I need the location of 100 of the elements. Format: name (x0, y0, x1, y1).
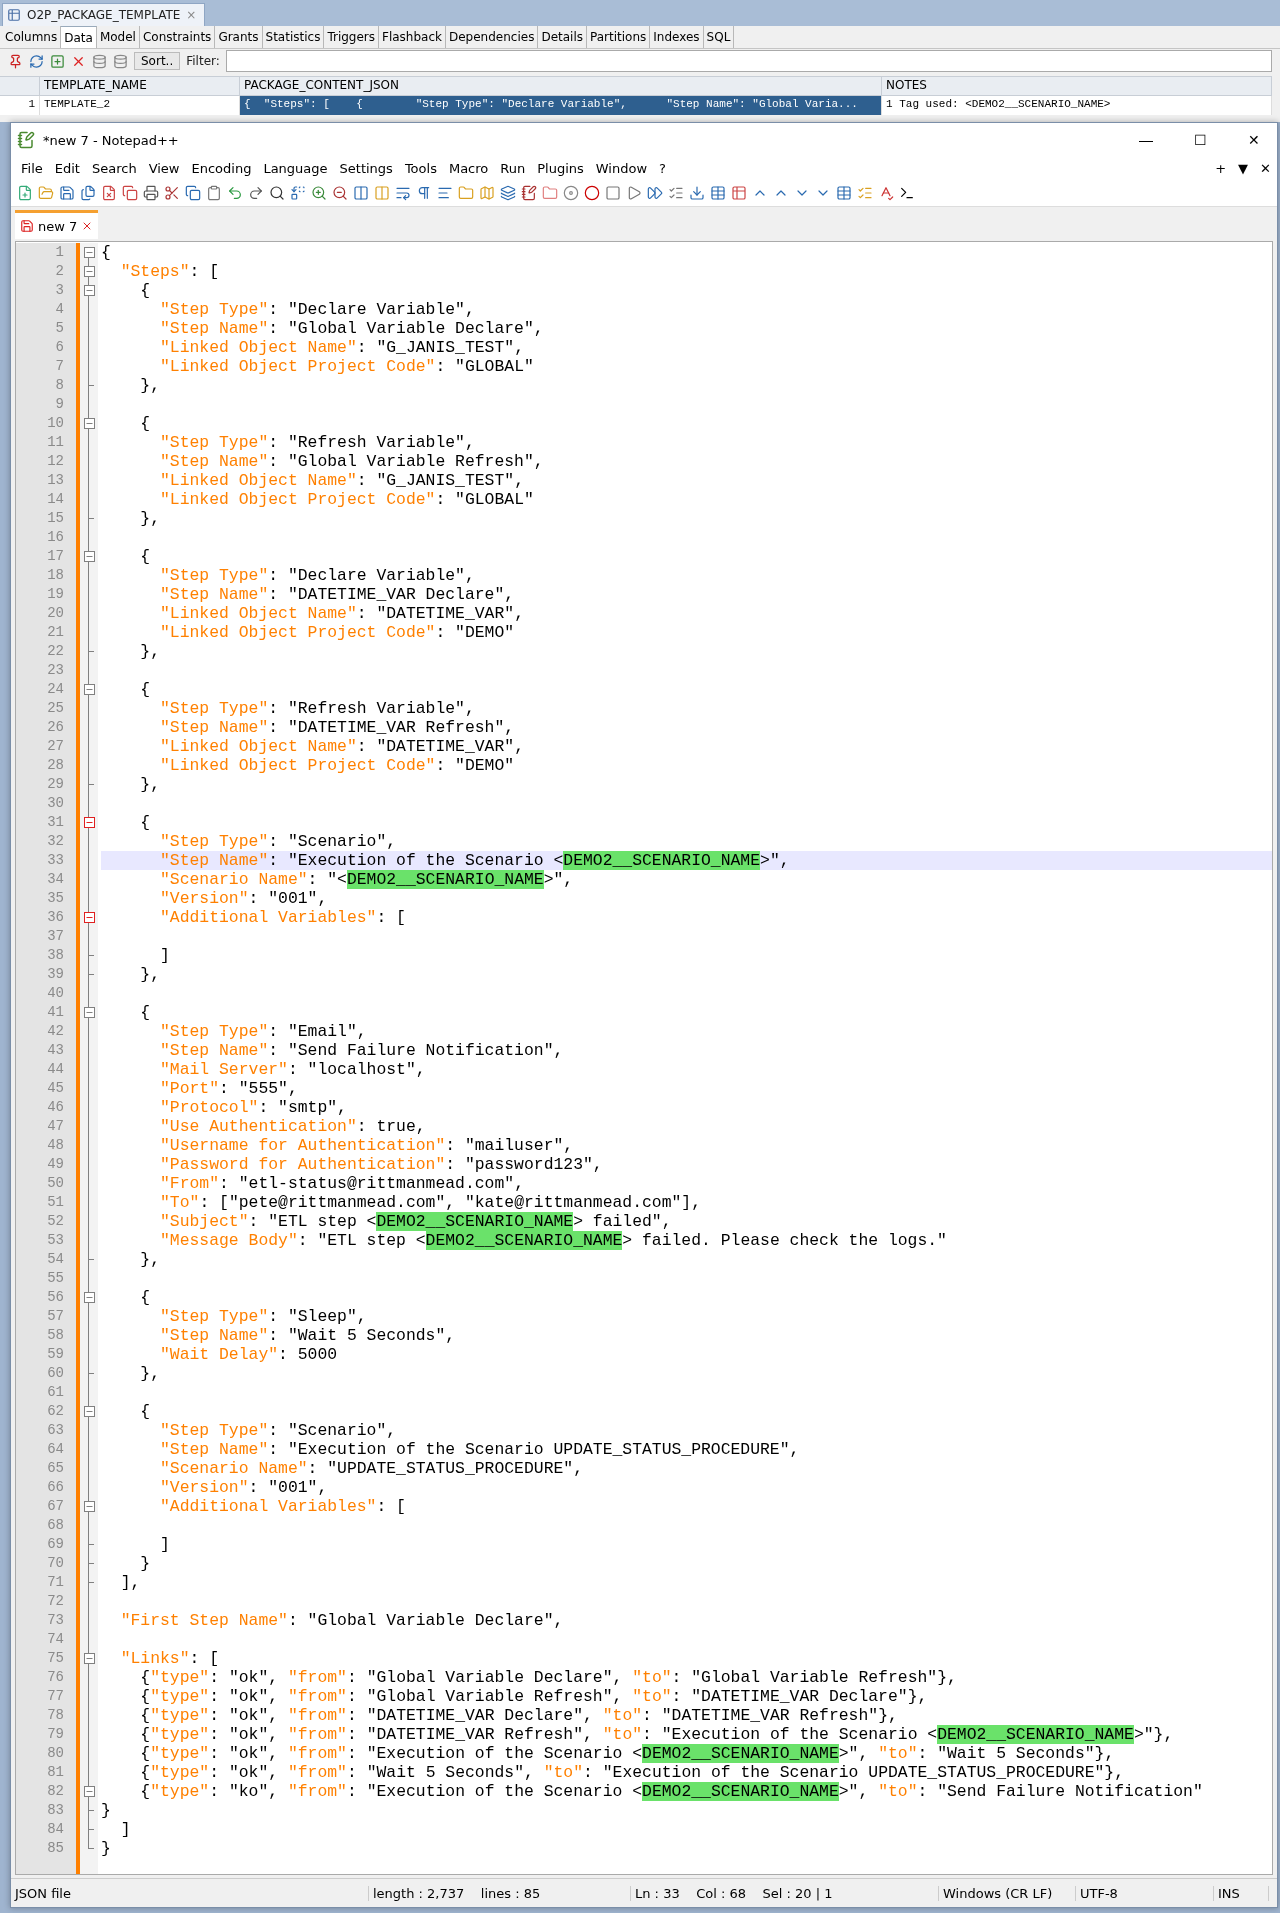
column-header[interactable]: NOTES (882, 76, 1272, 96)
tab[interactable]: SQL (703, 26, 735, 48)
scissors-icon[interactable] (164, 184, 180, 201)
menu-item[interactable]: Search (85, 160, 143, 176)
pilcrow-icon[interactable] (416, 184, 432, 201)
clipboard-icon[interactable] (206, 184, 222, 201)
tab[interactable]: Dependencies (446, 26, 539, 48)
code-line: "Username for Authentication": "mailuser", (159, 1136, 575, 1155)
layers-icon[interactable] (500, 184, 516, 201)
line-number: 56 (46, 1288, 65, 1307)
menu-item[interactable]: Macro (442, 160, 495, 176)
close-file-icon[interactable] (101, 184, 117, 201)
sort-button[interactable]: Sort.. (134, 52, 181, 70)
column-header[interactable]: TEMPLATE_NAME (40, 76, 240, 96)
tab[interactable]: Details (538, 26, 587, 48)
table-icon[interactable] (731, 184, 747, 201)
menu-item[interactable]: Edit (48, 160, 86, 176)
filter-field[interactable] (225, 50, 1272, 72)
folder-icon[interactable] (38, 184, 54, 201)
fast-forward-icon[interactable] (647, 184, 663, 201)
menu-item[interactable]: File (15, 160, 49, 176)
tab[interactable]: Grants (215, 26, 263, 48)
stop-icon[interactable] (605, 184, 621, 201)
tab[interactable]: Data (61, 26, 97, 48)
record-icon[interactable] (584, 184, 600, 201)
add-row-icon[interactable] (50, 53, 65, 69)
folder-icon[interactable] (542, 184, 558, 201)
menu-button[interactable]: ✕ (1254, 160, 1277, 176)
code-line: "Linked Object Name": "G_JANIS_TEST", (159, 471, 525, 490)
line-number: 21 (46, 623, 65, 642)
menu-item[interactable]: Encoding (185, 160, 258, 176)
fold-toggle-icon[interactable] (83, 1292, 95, 1303)
code-line: ] (119, 1820, 132, 1839)
new-file-icon[interactable] (17, 184, 33, 201)
database-icon[interactable] (92, 53, 107, 69)
fold-toggle-icon[interactable] (83, 247, 95, 258)
columns-icon[interactable] (353, 184, 369, 201)
tab[interactable]: Constraints (139, 26, 216, 48)
map-icon[interactable] (479, 184, 495, 201)
menu-item[interactable]: Run (494, 160, 532, 176)
database-icon[interactable] (113, 53, 128, 69)
table-cell[interactable]: { "Steps": [ { "Step Type": "Declare Variable", "Step Name": "Global Varia... (240, 96, 882, 115)
close-button[interactable]: ✕ (1231, 123, 1277, 157)
menu-item[interactable]: Tools (398, 160, 443, 176)
menu-button[interactable]: + (1209, 160, 1233, 176)
fold-toggle-icon[interactable] (83, 817, 95, 828)
menu-item[interactable]: Settings (333, 160, 399, 176)
fold-toggle-icon[interactable] (83, 1007, 95, 1018)
fold-toggle-icon[interactable] (83, 1786, 95, 1797)
object-tab[interactable]: O2P_PACKAGE_TEMPLATE × (2, 3, 206, 26)
fold-toggle-icon[interactable] (83, 285, 95, 296)
code-line: "Linked Object Project Code": "GLOBAL" (159, 490, 535, 509)
menu-button[interactable]: ▼ (1232, 160, 1255, 176)
tab[interactable]: Indexes (650, 26, 704, 48)
menu-item[interactable]: Window (589, 160, 654, 176)
play-icon[interactable] (626, 184, 642, 201)
tab[interactable]: Model (96, 26, 140, 48)
undo-icon[interactable] (227, 184, 243, 201)
table-cell[interactable]: TEMPLATE_2 (40, 96, 240, 115)
refresh-icon[interactable] (29, 53, 44, 69)
printer-icon[interactable] (143, 184, 159, 201)
menu-item[interactable]: View (142, 160, 186, 176)
disc-icon[interactable] (563, 184, 579, 201)
table-cell[interactable]: 1 Tag used: <DEMO2__SCENARIO_NAME> (882, 96, 1272, 115)
fold-toggle-icon[interactable] (83, 1653, 95, 1664)
fold-toggle-icon[interactable] (83, 1406, 95, 1417)
menu-item[interactable]: Language (257, 160, 334, 176)
minimize-button[interactable]: — (1123, 123, 1169, 157)
fold-toggle-icon[interactable] (83, 551, 95, 562)
fold-toggle-icon[interactable] (83, 684, 95, 695)
tab[interactable]: Statistics (262, 26, 325, 48)
fold-toggle-icon[interactable] (83, 912, 95, 923)
copy-icon[interactable] (185, 184, 201, 201)
maximize-button[interactable]: ☐ (1177, 123, 1223, 157)
menu-item[interactable]: ? (653, 160, 672, 176)
tab[interactable]: Flashback (379, 26, 446, 48)
replace-icon[interactable] (290, 184, 306, 201)
fold-toggle-icon[interactable] (83, 266, 95, 277)
zoom-out-icon[interactable] (332, 184, 348, 201)
search-icon[interactable] (269, 184, 285, 201)
redo-icon[interactable] (248, 184, 264, 201)
save-all-icon[interactable] (80, 184, 96, 201)
code-line: "Linked Object Name": "DATETIME_VAR", (159, 604, 525, 623)
zoom-in-icon[interactable] (311, 184, 327, 201)
table-icon[interactable] (710, 184, 726, 201)
pin-icon[interactable] (8, 53, 23, 69)
download-icon[interactable] (689, 184, 705, 201)
menu-item[interactable]: Plugins (531, 160, 590, 176)
document-tab[interactable]: new 7 (15, 210, 99, 239)
tab[interactable]: Triggers (324, 26, 380, 48)
fold-toggle-icon[interactable] (83, 1501, 95, 1512)
fold-toggle-icon[interactable] (83, 418, 95, 429)
line-number: 7 (54, 357, 65, 376)
save-icon[interactable] (59, 184, 75, 201)
notebook-icon[interactable] (521, 184, 537, 201)
column-header[interactable]: PACKAGE_CONTENT_JSON (240, 76, 882, 96)
folder-icon[interactable] (458, 184, 474, 201)
tab[interactable]: Partitions (587, 26, 651, 48)
spell-check-icon[interactable] (878, 184, 894, 201)
table-icon[interactable] (836, 184, 852, 201)
